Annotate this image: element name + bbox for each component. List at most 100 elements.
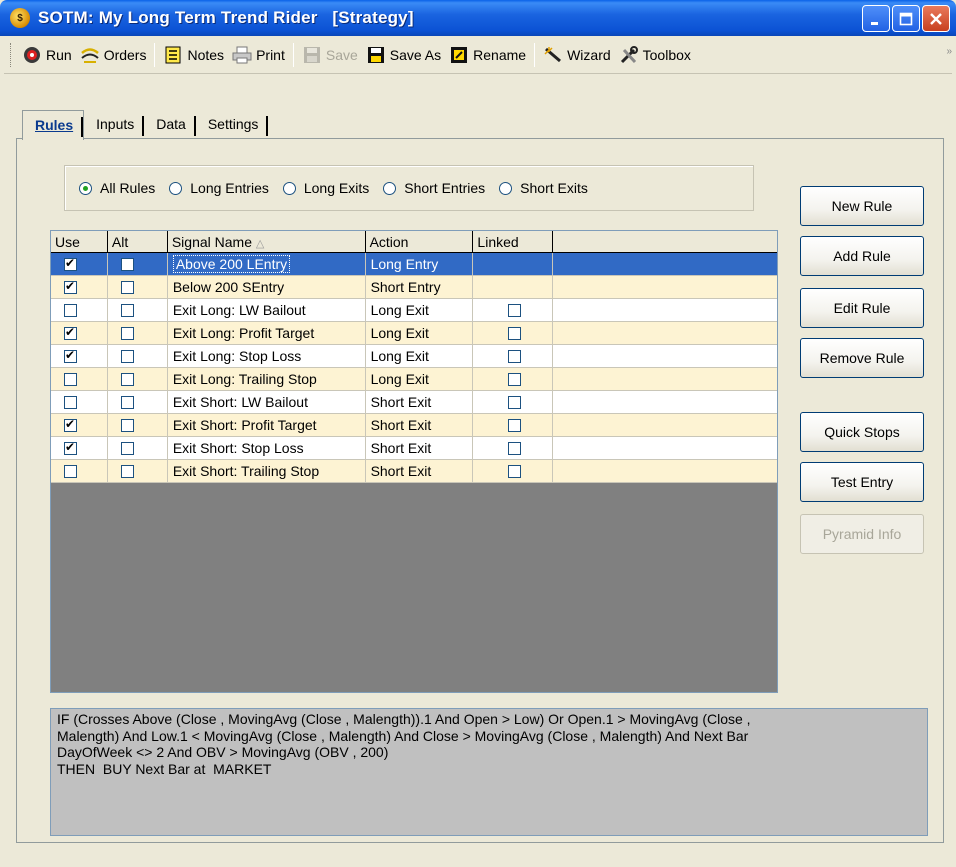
tab-settings-label: Settings [207, 116, 259, 132]
table-row[interactable]: Below 200 SEntry Short Entry [51, 276, 777, 299]
save-as-label: Save As [389, 46, 442, 63]
cell-action: Long Exit [366, 299, 474, 322]
alt-checkbox[interactable] [120, 258, 134, 271]
tab-settings[interactable]: Settings [196, 110, 269, 138]
use-checkbox[interactable] [64, 325, 77, 340]
add-rule-button[interactable]: Add Rule [800, 236, 924, 276]
quick-stops-button[interactable]: Quick Stops [800, 412, 924, 452]
column-header-linked[interactable]: Linked [473, 231, 554, 253]
save-as-button[interactable]: Save As [362, 42, 445, 68]
alt-checkbox[interactable] [120, 281, 134, 294]
run-label: Run [46, 46, 72, 63]
rule-text-line: DayOfWeek <> 2 And OBV > MovingAvg (OBV … [57, 744, 389, 760]
table-row[interactable]: Exit Short: Stop Loss Short Exit [51, 437, 777, 460]
alt-checkbox[interactable] [120, 396, 134, 409]
alt-checkbox[interactable] [120, 350, 134, 363]
column-header-action[interactable]: Action [366, 231, 474, 253]
remove-rule-button[interactable]: Remove Rule [800, 338, 924, 378]
alt-checkbox[interactable] [120, 327, 134, 340]
use-checkbox[interactable] [64, 440, 77, 455]
table-row[interactable]: Exit Long: LW Bailout Long Exit [51, 299, 777, 322]
alt-checkbox[interactable] [120, 373, 134, 386]
use-checkbox[interactable] [64, 304, 77, 317]
radio-short-exits[interactable]: Short Exits [499, 180, 588, 196]
linked-checkbox[interactable] [508, 373, 522, 386]
rule-text-box[interactable]: IF (Crosses Above (Close , MovingAvg (Cl… [50, 708, 928, 836]
toolbar-separator [292, 42, 294, 67]
toolbar-grip[interactable] [10, 42, 14, 67]
radio-long-exits[interactable]: Long Exits [282, 180, 369, 196]
cell-action: Short Exit [366, 460, 474, 483]
wizard-button[interactable]: Wizard [539, 42, 615, 68]
table-row[interactable]: Exit Long: Stop Loss Long Exit [51, 345, 777, 368]
cell-signal-name: Exit Long: Stop Loss [168, 345, 366, 368]
alt-checkbox[interactable] [120, 419, 134, 432]
linked-checkbox[interactable] [508, 350, 522, 363]
run-button[interactable]: Run [18, 42, 76, 68]
linked-checkbox[interactable] [508, 442, 522, 455]
orders-button[interactable]: Orders [76, 42, 151, 68]
cell-filler [553, 368, 777, 391]
use-checkbox[interactable] [64, 373, 77, 386]
radio-long-entries[interactable]: Long Entries [169, 180, 269, 196]
rules-grid[interactable]: Use Alt Signal Name △ Action Linked Abov… [50, 230, 778, 693]
table-row[interactable]: Exit Short: Profit Target Short Exit [51, 414, 777, 437]
table-row[interactable]: Exit Short: Trailing Stop Short Exit [51, 460, 777, 483]
cell-action: Short Exit [366, 437, 474, 460]
use-checkbox[interactable] [64, 396, 77, 409]
use-checkbox[interactable] [64, 256, 77, 271]
test-entry-button[interactable]: Test Entry [800, 462, 924, 502]
table-row[interactable]: Exit Long: Trailing Stop Long Exit [51, 368, 777, 391]
title-bar[interactable]: $ SOTM: My Long Term Trend Rider [Strate… [0, 0, 956, 36]
minimize-button[interactable] [862, 5, 890, 32]
signal-name: Exit Short: LW Bailout [172, 394, 308, 410]
notes-button[interactable]: Notes [159, 42, 228, 68]
linked-checkbox[interactable] [508, 327, 522, 340]
alt-checkbox[interactable] [120, 304, 134, 317]
rename-button[interactable]: Rename [445, 42, 530, 68]
cell-filler [553, 299, 777, 322]
maximize-button[interactable] [892, 5, 920, 32]
table-row[interactable]: Exit Long: Profit Target Long Exit [51, 322, 777, 345]
cell-use [51, 322, 108, 345]
close-button[interactable] [922, 5, 950, 32]
pyramid-info-button[interactable]: Pyramid Info [800, 514, 924, 554]
radio-all-rules[interactable]: All Rules [79, 180, 155, 196]
toolbar-overflow-chevron[interactable]: » [946, 46, 952, 57]
table-row[interactable]: Above 200 LEntry Long Entry [51, 253, 777, 276]
use-checkbox[interactable] [64, 348, 77, 363]
linked-checkbox[interactable] [508, 419, 522, 432]
alt-checkbox[interactable] [120, 442, 134, 455]
use-checkbox[interactable] [64, 465, 77, 478]
new-rule-button[interactable]: New Rule [800, 186, 924, 226]
cell-action: Long Exit [366, 345, 474, 368]
tab-strip: Rules Inputs Data Settings [22, 110, 269, 140]
table-row[interactable]: Exit Short: LW Bailout Short Exit [51, 391, 777, 414]
save-button[interactable]: Save [298, 42, 362, 68]
column-header-label: Signal Name [171, 234, 252, 250]
signal-name: Exit Long: LW Bailout [172, 302, 306, 318]
radio-short-entries[interactable]: Short Entries [383, 180, 485, 196]
tab-inputs[interactable]: Inputs [84, 110, 145, 138]
cell-linked [473, 391, 554, 414]
column-header-alt[interactable]: Alt [108, 231, 168, 253]
linked-checkbox[interactable] [508, 396, 522, 409]
toolbox-button[interactable]: Toolbox [615, 42, 695, 68]
signal-name: Exit Short: Profit Target [172, 417, 317, 433]
cell-filler [553, 391, 777, 414]
tab-data[interactable]: Data [144, 110, 196, 138]
cell-alt [108, 391, 168, 414]
linked-checkbox[interactable] [508, 465, 522, 478]
edit-rule-button[interactable]: Edit Rule [800, 288, 924, 328]
cell-use [51, 414, 108, 437]
use-checkbox[interactable] [64, 279, 77, 294]
alt-checkbox[interactable] [120, 465, 134, 478]
column-header-use[interactable]: Use [51, 231, 108, 253]
tab-rules[interactable]: Rules [22, 110, 85, 140]
cell-alt [108, 437, 168, 460]
use-checkbox[interactable] [64, 417, 77, 432]
linked-checkbox[interactable] [508, 304, 522, 317]
cell-signal-name: Exit Short: Trailing Stop [168, 460, 366, 483]
print-button[interactable]: Print [228, 42, 289, 68]
column-header-signal-name[interactable]: Signal Name △ [168, 231, 366, 253]
